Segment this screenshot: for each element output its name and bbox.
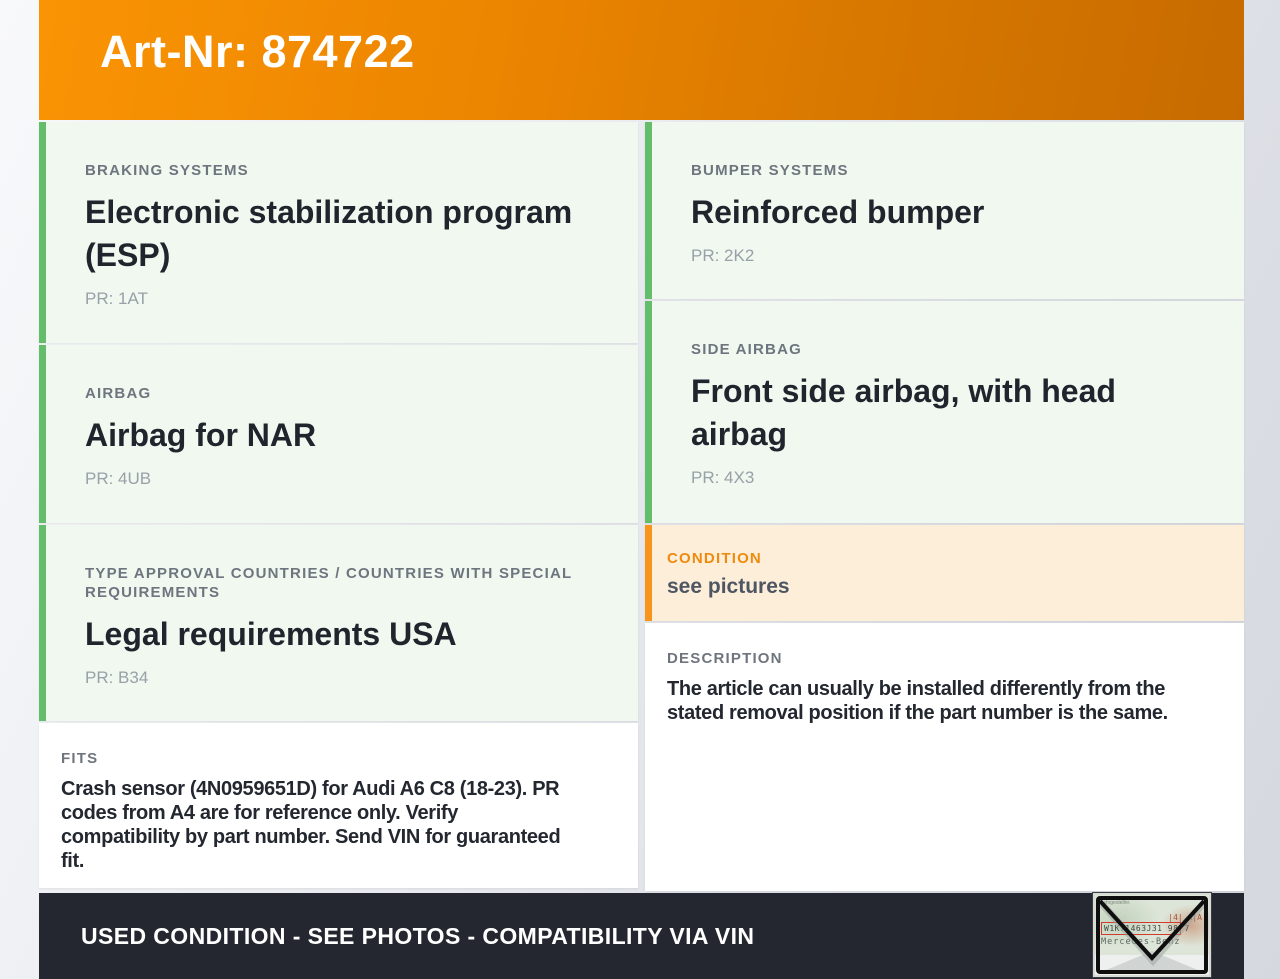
card-title: Electronic stabilization program (ESP): [85, 194, 573, 273]
card-title: Reinforced bumper: [691, 194, 985, 230]
card-airbag: AIRBAG Airbag for NAR PR: 4UB: [39, 345, 638, 523]
card-type-approval: TYPE APPROVAL COUNTRIES / COUNTRIES WITH…: [39, 525, 638, 721]
card-description: DESCRIPTION The article can usually be i…: [645, 623, 1244, 891]
header-banner: Art-Nr: 874722: [39, 0, 1244, 120]
content-columns: BRAKING SYSTEMS Electronic stabilization…: [39, 122, 1244, 891]
fits-label: FITS: [61, 750, 99, 767]
footer-banner-text: USED CONDITION - SEE PHOTOS - COMPATIBIL…: [81, 922, 755, 949]
card-condition: CONDITION see pictures: [645, 525, 1244, 621]
footer-banner: USED CONDITION - SEE PHOTOS - COMPATIBIL…: [39, 893, 1244, 979]
page-title: Art-Nr: 874722: [100, 26, 415, 77]
pr-code: PR: 2K2: [691, 246, 755, 265]
pr-code: PR: 4X3: [691, 468, 755, 487]
listing-page: Art-Nr: 874722 BRAKING SYSTEMS Electroni…: [39, 0, 1244, 979]
condition-value: see pictures: [667, 575, 790, 598]
pr-code: PR: 4UB: [85, 469, 152, 488]
condition-label: CONDITION: [667, 550, 762, 567]
card-label: BRAKING SYSTEMS: [85, 162, 249, 179]
fits-text: Crash sensor (4N0959651D) for Audi A6 C8…: [61, 778, 561, 872]
pr-code: PR: 1AT: [85, 289, 148, 308]
card-label: TYPE APPROVAL COUNTRIES / COUNTRIES WITH…: [85, 565, 573, 601]
card-title: Airbag for NAR: [85, 417, 317, 453]
card-side-airbag: SIDE AIRBAG Front side airbag, with head…: [645, 301, 1244, 523]
description-text: The article can usually be installed dif…: [667, 678, 1168, 724]
card-label: AIRBAG: [85, 385, 152, 402]
right-column: BUMPER SYSTEMS Reinforced bumper PR: 2K2…: [645, 122, 1244, 891]
registration-document-photo: Fahrgestellnr. |4| A|A W1K71463J31 98 7 …: [1092, 892, 1212, 978]
left-column: BRAKING SYSTEMS Electronic stabilization…: [39, 122, 638, 891]
card-fits: FITS Crash sensor (4N0959651D) for Audi …: [39, 723, 638, 888]
card-braking-systems: BRAKING SYSTEMS Electronic stabilization…: [39, 122, 638, 343]
card-title: Front side airbag, with head airbag: [691, 373, 1116, 452]
card-label: SIDE AIRBAG: [691, 341, 802, 358]
pr-code: PR: B34: [85, 668, 149, 687]
description-label: DESCRIPTION: [667, 650, 783, 667]
card-bumper-systems: BUMPER SYSTEMS Reinforced bumper PR: 2K2: [645, 122, 1244, 299]
card-label: BUMPER SYSTEMS: [691, 162, 849, 179]
card-title: Legal requirements USA: [85, 616, 457, 652]
